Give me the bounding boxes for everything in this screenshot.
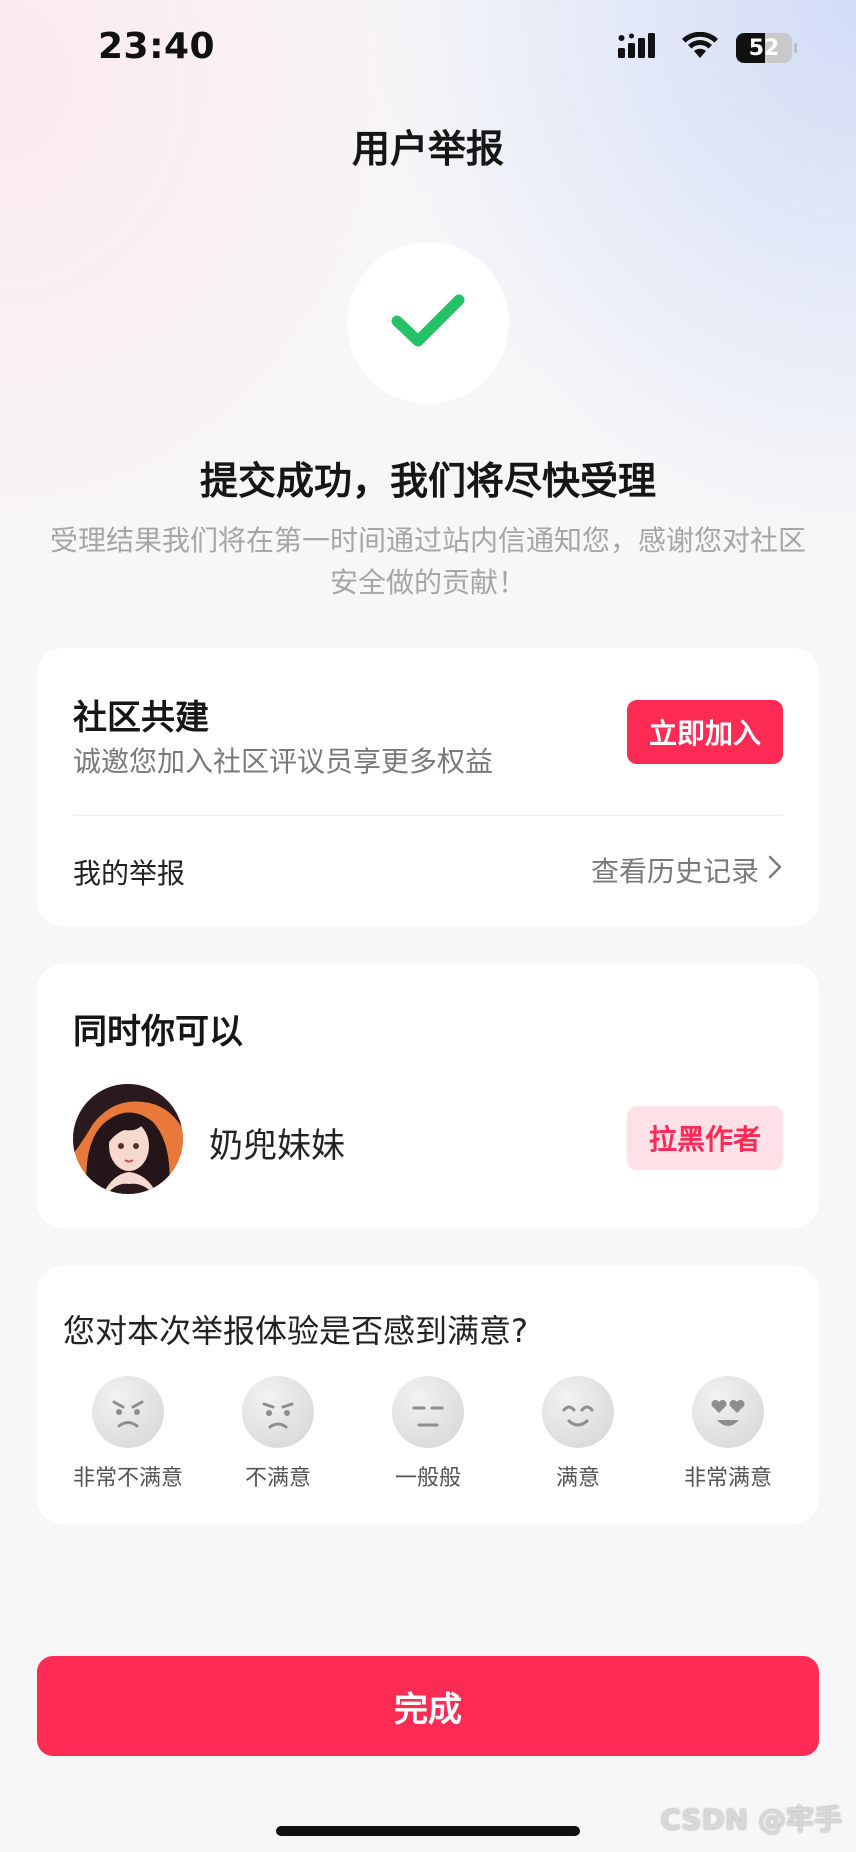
signal-icon [618, 32, 664, 64]
author-name: 奶兜妹妹 [209, 1126, 345, 1166]
rating-satisfied[interactable]: 满意 [503, 1376, 653, 1492]
status-bar: 23:40 52 [0, 0, 856, 100]
community-card: 社区共建 诚邀您加入社区评议员享更多权益 立即加入 我的举报 查看历史记录 [37, 648, 819, 926]
rating-dissatisfied[interactable]: 不满意 [203, 1376, 353, 1492]
chevron-right-icon [767, 854, 783, 887]
checkmark-icon [391, 293, 465, 353]
success-description: 受理结果我们将在第一时间通过站内信通知您，感谢您对社区安全做的贡献！ [49, 524, 806, 599]
feedback-question: 您对本次举报体验是否感到满意? [63, 1312, 528, 1350]
my-reports-label: 我的举报 [73, 857, 186, 890]
rating-label: 非常不满意 [72, 1466, 183, 1491]
home-indicator [276, 1826, 580, 1836]
community-title: 社区共建 [73, 698, 209, 738]
status-icons: 52 [618, 31, 797, 64]
battery-icon: 52 [736, 33, 797, 63]
success-badge [347, 242, 509, 404]
community-subtitle: 诚邀您加入社区评议员享更多权益 [73, 745, 494, 778]
status-time: 23:40 [98, 26, 216, 67]
satisfied-face-icon [542, 1376, 614, 1448]
rating-options: 非常不满意 不满意 一般般 满意 非常满意 [37, 1376, 819, 1492]
block-author-button[interactable]: 拉黑作者 [627, 1106, 783, 1170]
actions-title: 同时你可以 [73, 1012, 243, 1052]
rating-label: 非常满意 [683, 1466, 772, 1491]
neutral-face-icon [392, 1376, 464, 1448]
watermark: CSDN @牢手 [660, 1803, 842, 1836]
feedback-card: 您对本次举报体验是否感到满意? 非常不满意 不满意 一般般 满意 非常满意 [37, 1266, 819, 1524]
dissatisfied-face-icon [242, 1376, 314, 1448]
rating-neutral[interactable]: 一般般 [353, 1376, 503, 1492]
history-link[interactable]: 查看历史记录 [591, 850, 783, 890]
rating-label: 满意 [555, 1466, 600, 1491]
divider [73, 815, 783, 816]
success-title: 提交成功，我们将尽快受理 [199, 459, 656, 503]
actions-card: 同时你可以 奶兜妹妹 拉黑作者 [37, 964, 819, 1228]
very-dissatisfied-face-icon [92, 1376, 164, 1448]
page-title: 用户举报 [351, 127, 504, 171]
report-success-page: 23:40 52 用户举报 提交成功，我们将尽快受理 受理结果我们将在第一时间通… [0, 0, 856, 1852]
rating-label: 不满意 [244, 1466, 311, 1491]
history-link-label: 查看历史记录 [590, 855, 759, 888]
rating-very-satisfied[interactable]: 非常满意 [653, 1376, 803, 1492]
heart-eyes-face-icon [692, 1376, 764, 1448]
done-button[interactable]: 完成 [37, 1656, 819, 1756]
wifi-icon [680, 31, 720, 64]
join-button[interactable]: 立即加入 [627, 700, 783, 764]
author-avatar[interactable] [73, 1084, 183, 1194]
rating-very-dissatisfied[interactable]: 非常不满意 [53, 1376, 203, 1492]
rating-label: 一般般 [394, 1466, 461, 1491]
